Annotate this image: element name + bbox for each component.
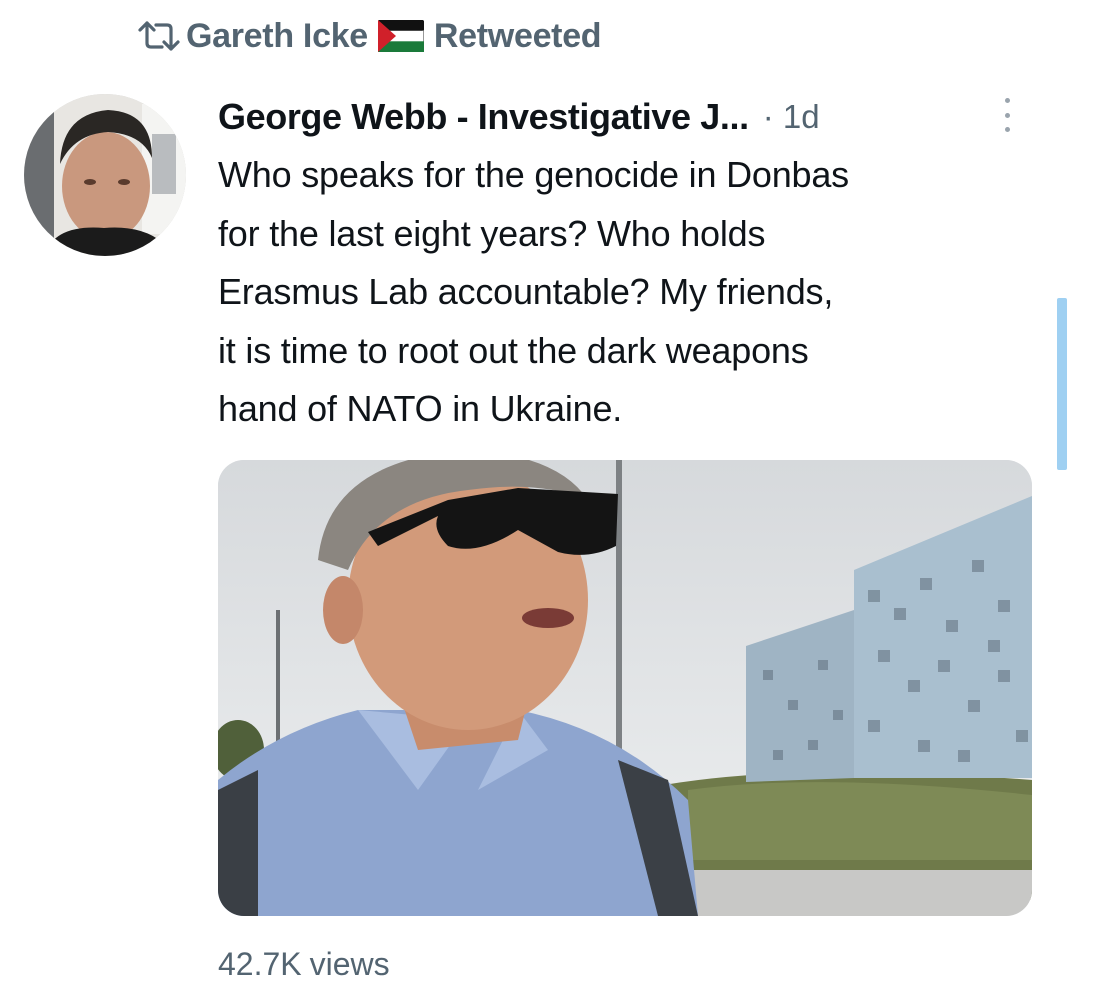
more-options-icon[interactable] bbox=[996, 92, 1018, 138]
author-name[interactable]: George Webb - Investigative J... bbox=[218, 96, 749, 138]
tweet-text-line: it is time to root out the dark weapons bbox=[218, 329, 809, 371]
tweet-screenshot: Gareth Icke Retweeted George Webb - Inve… bbox=[0, 0, 1100, 986]
palestine-flag-icon bbox=[377, 19, 425, 53]
scrollbar-thumb[interactable] bbox=[1057, 298, 1067, 470]
tweet-header: George Webb - Investigative J... · 1d bbox=[218, 92, 820, 142]
retweet-icon bbox=[138, 16, 186, 56]
tweet-text: Who speaks for the genocide in Donbas fo… bbox=[218, 146, 1018, 439]
views-count: 42.7K views bbox=[218, 946, 390, 983]
retweeter-name[interactable]: Gareth Icke bbox=[186, 17, 368, 56]
tweet-media-video[interactable] bbox=[218, 460, 1032, 916]
avatar[interactable] bbox=[24, 94, 186, 256]
tweet-text-line: Who speaks for the genocide in Donbas bbox=[218, 154, 849, 195]
views-label: views bbox=[309, 946, 390, 982]
retweet-context: Gareth Icke Retweeted bbox=[138, 14, 602, 58]
views-number: 42.7K bbox=[218, 946, 302, 982]
timestamp[interactable]: 1d bbox=[783, 98, 820, 135]
tweet-text-line: Erasmus Lab accountable? My friends, bbox=[218, 271, 834, 313]
tweet-text-line: hand of NATO in Ukraine. bbox=[218, 388, 623, 430]
dot-separator: · bbox=[762, 98, 774, 135]
tweet-text-line: for the last eight years? Who holds bbox=[218, 212, 766, 254]
retweeted-label: Retweeted bbox=[433, 16, 602, 55]
